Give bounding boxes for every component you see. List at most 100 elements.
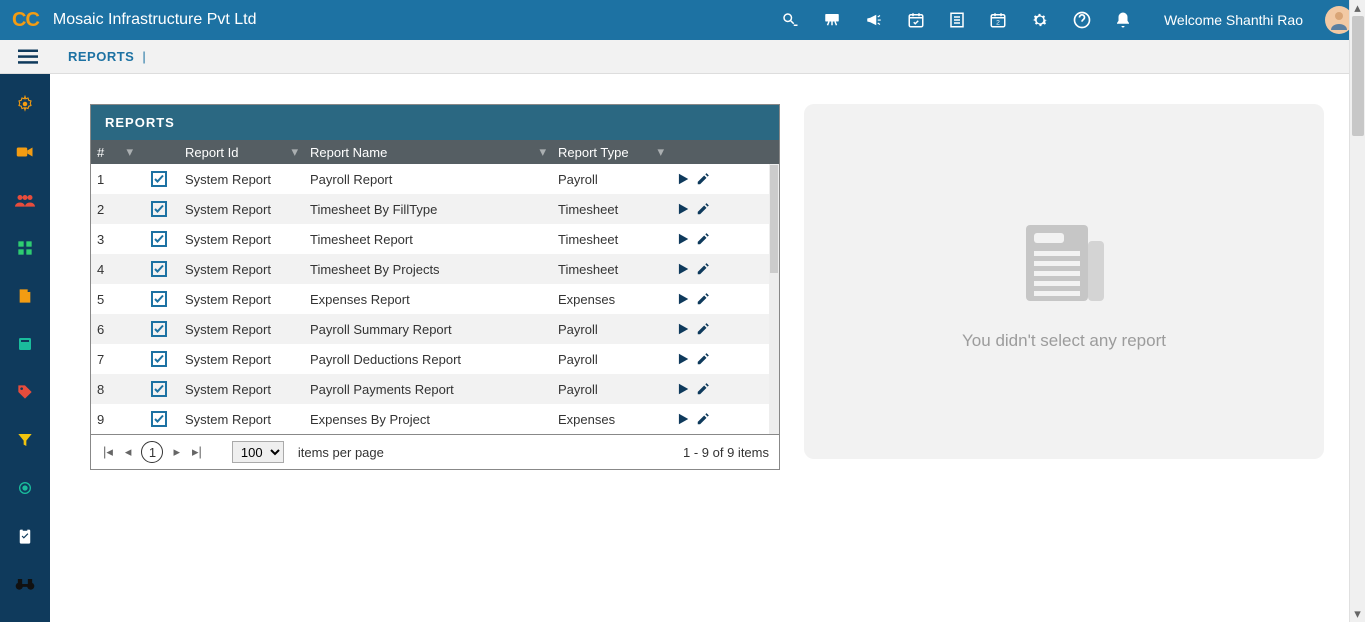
play-icon[interactable] [676, 382, 690, 396]
row-num: 8 [91, 374, 139, 404]
play-icon[interactable] [676, 322, 690, 336]
breadcrumb-reports[interactable]: REPORTS [68, 49, 134, 64]
edit-icon[interactable] [696, 382, 710, 396]
table-row[interactable]: 9System ReportExpenses By ProjectExpense… [91, 404, 779, 434]
scrollbar[interactable] [769, 164, 779, 434]
row-check[interactable] [139, 374, 179, 404]
filter-icon[interactable]: ▾ [539, 144, 546, 160]
sidebar-tag-icon[interactable] [15, 382, 35, 402]
play-icon[interactable] [676, 292, 690, 306]
play-icon[interactable] [676, 352, 690, 366]
check-icon[interactable] [151, 411, 167, 427]
scroll-down-icon[interactable]: ▾ [1350, 606, 1365, 622]
row-num: 5 [91, 284, 139, 314]
row-check[interactable] [139, 164, 179, 194]
hamburger-icon[interactable] [18, 49, 38, 65]
play-icon[interactable] [676, 412, 690, 426]
sidebar-video-icon[interactable] [15, 142, 35, 162]
table-row[interactable]: 4System ReportTimesheet By ProjectsTimes… [91, 254, 779, 284]
sidebar-target-icon[interactable] [15, 478, 35, 498]
row-check[interactable] [139, 404, 179, 434]
row-check[interactable] [139, 254, 179, 284]
sidebar-note-icon[interactable] [15, 286, 35, 306]
row-check[interactable] [139, 224, 179, 254]
help-icon[interactable] [1072, 10, 1092, 30]
sidebar-book-icon[interactable] [15, 334, 35, 354]
gear-icon[interactable] [1030, 10, 1050, 30]
sidebar-grid-icon[interactable] [15, 238, 35, 258]
table-row[interactable]: 8System ReportPayroll Payments ReportPay… [91, 374, 779, 404]
row-actions [670, 284, 779, 314]
filter-icon[interactable]: ▾ [126, 144, 133, 160]
edit-icon[interactable] [696, 412, 710, 426]
check-icon[interactable] [151, 321, 167, 337]
calendar-check-icon[interactable] [906, 11, 926, 29]
table-row[interactable]: 5System ReportExpenses ReportExpenses [91, 284, 779, 314]
check-icon[interactable] [151, 351, 167, 367]
edit-icon[interactable] [696, 352, 710, 366]
pager-items-label: items per page [298, 445, 384, 460]
row-report-type: Expenses [552, 284, 670, 314]
table-row[interactable]: 7System ReportPayroll Deductions ReportP… [91, 344, 779, 374]
table-row[interactable]: 3System ReportTimesheet ReportTimesheet [91, 224, 779, 254]
edit-icon[interactable] [696, 292, 710, 306]
row-check[interactable] [139, 314, 179, 344]
check-icon[interactable] [151, 291, 167, 307]
welcome-text: Welcome Shanthi Rao [1164, 12, 1303, 28]
row-report-id: System Report [179, 164, 304, 194]
pager-last[interactable]: ▸| [190, 442, 204, 462]
edit-icon[interactable] [696, 232, 710, 246]
edit-icon[interactable] [696, 172, 710, 186]
scroll-up-icon[interactable]: ▴ [1350, 0, 1365, 16]
scroll-thumb[interactable] [1352, 16, 1364, 136]
table-row[interactable]: 1System ReportPayroll ReportPayroll [91, 164, 779, 194]
calendar-date-icon[interactable]: 2 [988, 11, 1008, 29]
check-icon[interactable] [151, 381, 167, 397]
megaphone-icon[interactable] [864, 11, 884, 29]
col-actions [670, 140, 779, 164]
play-icon[interactable] [676, 262, 690, 276]
pager-first[interactable]: |◂ [101, 442, 115, 462]
pager-page[interactable]: 1 [141, 441, 163, 463]
presentation-icon[interactable] [822, 11, 842, 29]
col-type[interactable]: Report Type▾ [552, 140, 670, 164]
row-check[interactable] [139, 284, 179, 314]
sidebar-binoculars-icon[interactable] [15, 574, 35, 594]
play-icon[interactable] [676, 232, 690, 246]
list-icon[interactable] [948, 11, 966, 29]
check-icon[interactable] [151, 261, 167, 277]
row-report-type: Payroll [552, 314, 670, 344]
table-row[interactable]: 6System ReportPayroll Summary ReportPayr… [91, 314, 779, 344]
row-check[interactable] [139, 344, 179, 374]
sidebar-clipboard-icon[interactable] [15, 526, 35, 546]
play-icon[interactable] [676, 202, 690, 216]
page-size-select[interactable]: 100 [232, 441, 284, 463]
sidebar-people-icon[interactable] [15, 190, 35, 210]
row-report-id: System Report [179, 344, 304, 374]
col-id[interactable]: Report Id▾ [179, 140, 304, 164]
col-name[interactable]: Report Name▾ [304, 140, 552, 164]
sidebar-gear-icon[interactable] [15, 94, 35, 114]
row-check[interactable] [139, 194, 179, 224]
pager-prev[interactable]: ◂ [123, 442, 134, 462]
check-icon[interactable] [151, 171, 167, 187]
search-people-icon[interactable] [780, 11, 800, 29]
pager-next[interactable]: ▸ [171, 442, 182, 462]
edit-icon[interactable] [696, 262, 710, 276]
table-row[interactable]: 2System ReportTimesheet By FillTypeTimes… [91, 194, 779, 224]
filter-icon[interactable]: ▾ [291, 144, 298, 160]
row-actions [670, 314, 779, 344]
page-scrollbar[interactable]: ▴ ▾ [1349, 0, 1365, 622]
check-icon[interactable] [151, 201, 167, 217]
check-icon[interactable] [151, 231, 167, 247]
row-num: 9 [91, 404, 139, 434]
sidebar-funnel-icon[interactable] [15, 430, 35, 450]
filter-icon[interactable]: ▾ [657, 144, 664, 160]
row-report-type: Payroll [552, 344, 670, 374]
bell-icon[interactable] [1114, 11, 1132, 29]
row-report-name: Payroll Summary Report [304, 314, 552, 344]
edit-icon[interactable] [696, 202, 710, 216]
edit-icon[interactable] [696, 322, 710, 336]
col-num[interactable]: #▾ [91, 140, 139, 164]
play-icon[interactable] [676, 172, 690, 186]
